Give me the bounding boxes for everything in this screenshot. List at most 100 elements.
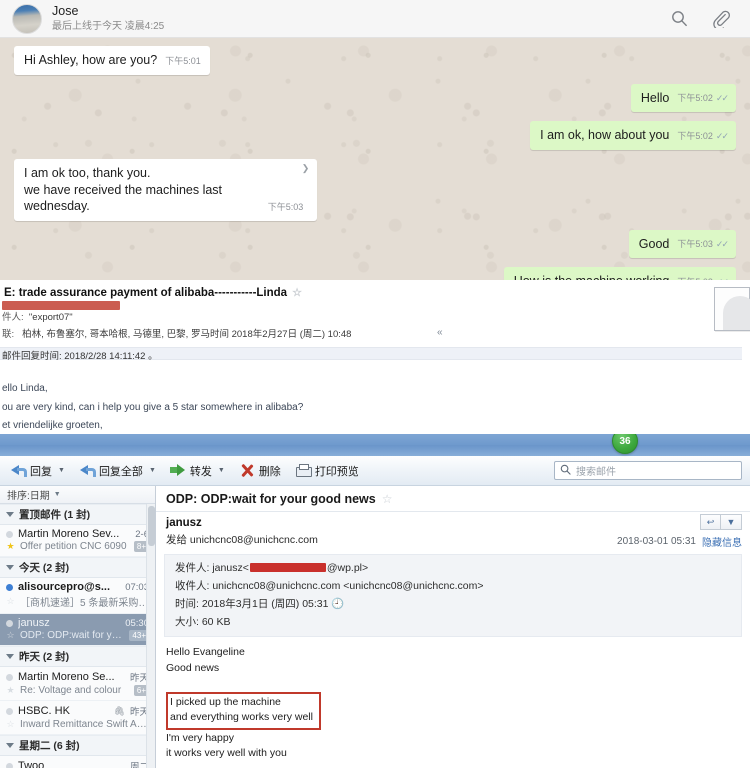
detail-size: 大小: 60 KB (175, 613, 731, 631)
paperclip-icon[interactable] (712, 10, 730, 28)
list-item-top: Martin Moreno Sev... 2-6 (6, 528, 149, 540)
message-meta: 下午5:02 ✓✓ (677, 130, 729, 144)
triangle-down-icon (6, 565, 14, 570)
list-item-bottom: ☆ Inward Remittance Swift Ad... (6, 719, 149, 730)
reply-all-icon (79, 463, 96, 478)
search-icon[interactable] (671, 10, 688, 27)
mail-search-box[interactable]: 搜索邮件 (554, 461, 742, 480)
message-row: I am ok, how about you 下午5:02 ✓✓ (14, 121, 736, 150)
sort-control[interactable]: 排序:日期 ▼ (0, 486, 155, 504)
delete-button[interactable]: 删除 (233, 461, 287, 481)
email-snippet-subject: E: trade assurance payment of alibaba---… (4, 280, 750, 299)
reading-pane: ODP: ODP:wait for your good news ☆ ↩ ▼ j… (156, 486, 750, 768)
read-receipt-icon: ✓✓ (715, 130, 729, 141)
mail-group-title: 置顶邮件 (1 封) (19, 509, 91, 521)
chevron-down-icon[interactable]: ▼ (149, 467, 156, 474)
unread-dot-icon (6, 530, 13, 538)
detail-size-label: 大小: (175, 616, 199, 629)
star-icon[interactable]: ★ (6, 685, 15, 696)
list-item[interactable]: HSBC. HK 🖇 昨天 ☆ Inward Remittance Swift … (0, 701, 155, 735)
unread-dot-icon (6, 583, 13, 591)
list-item-top: Martin Moreno Se... 昨天 (6, 670, 149, 684)
avatar[interactable] (12, 3, 42, 34)
detail-to: 收件人: unichcnc08@unichcnc.com <unichcnc08… (175, 577, 731, 595)
email-details-box: 发件人: janusz< @wp.pl> 收件人: unichcnc08@unic… (164, 554, 742, 638)
delete-icon (239, 463, 255, 478)
star-icon[interactable]: ★ (6, 541, 15, 552)
message-meta: 下午5:02 ✓✓ (677, 93, 729, 106)
collapse-icon[interactable]: « (437, 327, 443, 338)
message-text: Hello (640, 90, 670, 105)
chevron-down-icon[interactable]: ❯ (302, 163, 310, 175)
list-item-subject: ODP: ODP:wait for you... (20, 630, 125, 641)
print-preview-button[interactable]: 打印预览 (289, 461, 365, 481)
list-item[interactable]: Martin Moreno Sev... 2-6 ★ Offer petitio… (0, 525, 155, 557)
forward-button[interactable]: 转发 ▼ (164, 461, 231, 481)
reply-button[interactable]: 回复 ▼ (4, 461, 71, 481)
message-text: Hi Ashley, how are you? (24, 53, 158, 67)
list-item-selected[interactable]: janusz 05:30 ☆ ODP: ODP:wait for you... … (0, 614, 155, 646)
hide-info-link[interactable]: 隐藏信息 (702, 534, 742, 549)
scrollbar-thumb[interactable] (148, 506, 155, 546)
sender-photo-placeholder (714, 287, 750, 331)
timezone-label: 联: (2, 328, 15, 340)
chevron-down-icon[interactable]: ▼ (58, 467, 65, 474)
message-time: 下午5:03 (677, 239, 713, 250)
star-icon[interactable]: ☆ (292, 287, 302, 299)
list-item-top: janusz 05:30 (6, 617, 149, 629)
email-header: ↩ ▼ janusz 发给 unichcnc08@unichcnc.com 20… (156, 512, 750, 550)
list-item-bottom: ★ Offer petition CNC 6090 8+ (6, 541, 149, 552)
mail-group-header[interactable]: 昨天 (2 封) (0, 646, 155, 667)
printer-icon (295, 463, 312, 478)
email-body: Hello Evangeline Good news I picked up t… (156, 637, 750, 768)
star-icon[interactable]: ☆ (6, 596, 15, 607)
reply-arrow-icon[interactable]: ↩ (700, 514, 721, 530)
message-meta: 下午5:01 (165, 56, 201, 69)
forward-label: 转发 (189, 465, 212, 478)
foxmail-main: 排序:日期 ▼ 置顶邮件 (1 封) Martin Moreno Sev... … (0, 486, 750, 768)
chevron-down-icon[interactable]: ▼ (54, 491, 61, 498)
message-bubble-outgoing[interactable]: Good 下午5:03 ✓✓ (628, 229, 736, 259)
reply-all-button[interactable]: 回复全部 ▼ (73, 461, 162, 481)
search-icon (560, 462, 571, 480)
message-bubble-incoming[interactable]: Hi Ashley, how are you? 下午5:01 (14, 46, 210, 75)
star-icon[interactable]: ☆ (6, 719, 15, 730)
message-row: How is the machine working 下午5:03 ✓✓ (14, 267, 736, 280)
email-reply-time: 邮件回复时间: 2018/2/28 14:11:42 。 (2, 351, 158, 363)
list-item[interactable]: Twoo 周二 ☆ إعلام الأشخاص بظهر ، لتد دخلة … (0, 756, 155, 768)
chevron-down-icon[interactable]: ▼ (218, 467, 225, 474)
message-bubble-outgoing[interactable]: Hello 下午5:02 ✓✓ (630, 83, 736, 113)
message-time: 下午5:02 (677, 93, 713, 104)
message-text: Good (638, 236, 670, 251)
redacted-sender-bar (2, 301, 120, 310)
delete-label: 删除 (258, 465, 281, 478)
star-icon[interactable]: ☆ (382, 492, 393, 506)
list-item-subject: Inward Remittance Swift Ad... (20, 719, 149, 730)
message-row: Hi Ashley, how are you? 下午5:01 (14, 46, 736, 75)
chevron-down-icon[interactable]: ▼ (721, 514, 742, 530)
mail-list-scrollbar[interactable] (146, 504, 155, 768)
foxmail-titlebar: 36 (0, 434, 750, 456)
body-line: ello Linda, (2, 383, 48, 395)
message-bubble-incoming[interactable]: ❯ I am ok too, thank you. we have receiv… (14, 158, 318, 221)
email-subject-text: ODP: ODP:wait for your good news (166, 492, 376, 506)
detail-time-label: 时间: (175, 598, 199, 611)
message-bubble-outgoing[interactable]: How is the machine working 下午5:03 ✓✓ (503, 267, 736, 280)
reply-all-label: 回复全部 (98, 465, 143, 478)
message-bubble-outgoing[interactable]: I am ok, how about you 下午5:02 ✓✓ (530, 121, 736, 150)
unread-count-badge[interactable]: 36 (612, 434, 638, 454)
detail-from-label: 发件人: (175, 562, 210, 574)
mail-group-header[interactable]: 星期二 (6 封) (0, 735, 155, 756)
mail-group-header[interactable]: 置顶邮件 (1 封) (0, 504, 155, 525)
message-time: 下午5:01 (165, 55, 201, 66)
star-icon[interactable]: ☆ (6, 630, 15, 641)
list-item[interactable]: Martin Moreno Se... 昨天 ★ Re: Voltage and… (0, 667, 155, 701)
list-item-top: Twoo 周二 (6, 759, 149, 768)
mail-group-header[interactable]: 今天 (2 封) (0, 557, 155, 578)
list-item[interactable]: alisourcepro@s... 07:03 ☆ ［商机速递］5 条最新采购需… (0, 578, 155, 614)
detail-to-label: 收件人: (175, 580, 210, 593)
body-line: ou are very kind, can i help you give a … (2, 401, 304, 413)
list-item-sender: Twoo (18, 760, 45, 768)
highlighted-quote: I picked up the machine and everything w… (166, 692, 321, 730)
email-snippet-body: ello Linda, ou are very kind, can i help… (2, 374, 750, 434)
